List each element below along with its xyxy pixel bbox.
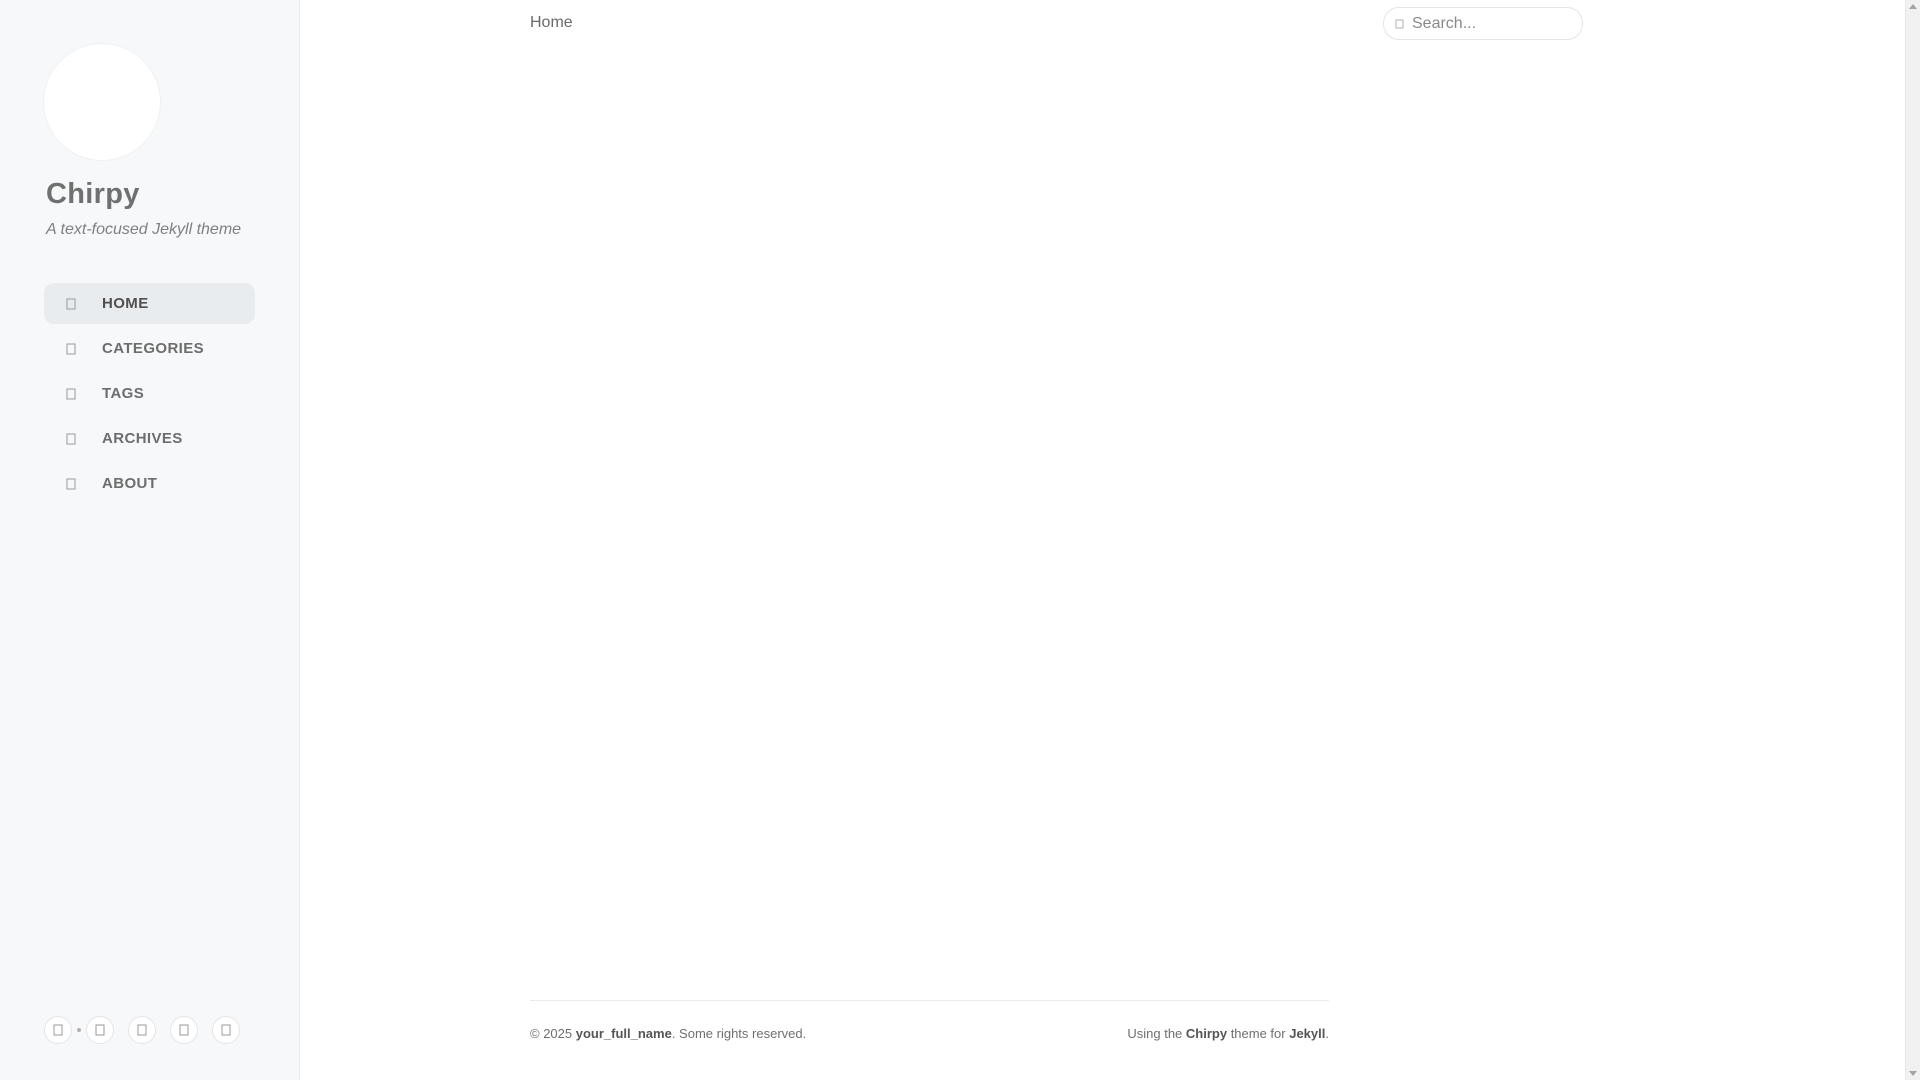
site-title[interactable]: Chirpy [46,178,140,211]
search-box[interactable] [1383,7,1583,40]
stream-icon [64,342,78,356]
sidebar-bottom-links [44,1016,240,1044]
scrollbar[interactable] [1905,0,1920,1080]
sidebar-item-about[interactable]: ABOUT [44,463,255,504]
rss-icon[interactable] [212,1016,240,1044]
info-icon [64,477,78,491]
footer-copyright: © 2025 your_full_name. Some rights reser… [530,1026,806,1041]
author-link[interactable]: your_full_name [576,1026,672,1041]
search-input[interactable] [1412,14,1572,33]
sidebar-item-label: TAGS [102,385,145,402]
sidebar-item-label: ARCHIVES [102,430,183,447]
archive-icon [64,432,78,446]
separator-dot [77,1028,81,1032]
sidebar-item-label: ABOUT [102,475,158,492]
sidebar-item-label: CATEGORIES [102,340,205,357]
github-icon[interactable] [86,1016,114,1044]
theme-middle: theme for [1227,1026,1290,1041]
jekyll-link[interactable]: Jekyll [1289,1026,1325,1041]
tag-icon [64,387,78,401]
email-icon[interactable] [170,1016,198,1044]
scroll-up-icon[interactable] [1909,4,1917,9]
copyright-prefix: © 2025 [530,1026,576,1041]
theme-link[interactable]: Chirpy [1186,1026,1227,1041]
site-subtitle: A text-focused Jekyll theme [46,221,242,238]
sidebar-item-tags[interactable]: TAGS [44,373,255,414]
rights-text: . Some rights reserved. [671,1026,807,1041]
footer-divider [530,1000,1329,1001]
breadcrumb: Home [530,14,573,31]
sidebar-item-categories[interactable]: CATEGORIES [44,328,255,369]
sidebar-item-archives[interactable]: ARCHIVES [44,418,255,459]
search-icon [1395,19,1405,29]
avatar[interactable] [44,44,160,160]
home-icon [64,297,78,311]
scroll-down-icon[interactable] [1909,1071,1917,1076]
sidebar: Chirpy A text-focused Jekyll theme HOME … [0,0,300,1080]
mode-toggle-icon[interactable] [44,1016,72,1044]
sidebar-nav: HOME CATEGORIES TAGS ARCHIVES ABOUT [44,283,255,508]
footer-period: . [1325,1026,1329,1041]
sidebar-item-label: HOME [102,295,149,312]
footer-credits: Using the Chirpy theme for Jekyll. [1127,1026,1329,1041]
using-prefix: Using the [1127,1026,1186,1041]
twitter-icon[interactable] [128,1016,156,1044]
sidebar-item-home[interactable]: HOME [44,283,255,324]
